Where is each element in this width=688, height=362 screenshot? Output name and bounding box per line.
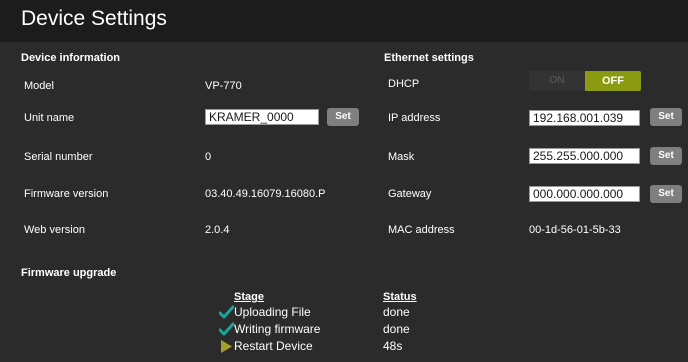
upgrade-status-value: done — [383, 322, 410, 336]
gateway-input[interactable] — [529, 186, 640, 202]
dhcp-off-option[interactable]: OFF — [585, 71, 641, 91]
gateway-label: Gateway — [388, 188, 432, 200]
status-column-header: Status — [383, 291, 417, 303]
upgrade-stage-label: Restart Device — [234, 339, 313, 353]
dhcp-label: DHCP — [388, 78, 420, 90]
unit-name-input[interactable] — [205, 109, 319, 125]
firmware-version-value: 03.40.49.16079.16080.P — [205, 188, 326, 200]
page-title: Device Settings — [21, 7, 167, 30]
ethernet-heading: Ethernet settings — [384, 52, 474, 64]
mac-address-value: 00-1d-56-01-5b-33 — [529, 224, 621, 236]
ip-address-label: IP address — [388, 112, 441, 124]
model-label: Model — [24, 80, 54, 92]
ip-address-input[interactable] — [529, 110, 640, 126]
unit-name-set-button[interactable]: Set — [327, 108, 359, 126]
serial-number-value: 0 — [205, 151, 212, 163]
upgrade-stage-label: Uploading File — [234, 305, 311, 319]
firmware-upgrade-heading: Firmware upgrade — [21, 267, 117, 279]
play-arrow-icon — [221, 340, 232, 353]
dhcp-on-option[interactable]: ON — [529, 71, 585, 91]
ip-address-set-button[interactable]: Set — [650, 108, 682, 126]
model-value: VP-770 — [205, 80, 242, 92]
check-icon — [219, 322, 234, 336]
mask-input[interactable] — [529, 148, 640, 164]
serial-number-label: Serial number — [24, 151, 93, 163]
web-version-value: 2.0.4 — [205, 224, 230, 236]
upgrade-status-value: done — [383, 305, 410, 319]
gateway-set-button[interactable]: Set — [650, 185, 682, 203]
unit-name-label: Unit name — [24, 112, 75, 124]
firmware-version-label: Firmware version — [24, 188, 109, 200]
mac-address-label: MAC address — [388, 224, 455, 236]
mask-label: Mask — [388, 151, 415, 163]
web-version-label: Web version — [24, 224, 85, 236]
device-info-heading: Device information — [21, 52, 121, 64]
dhcp-toggle[interactable]: ON OFF — [529, 71, 641, 91]
upgrade-stage-label: Writing firmware — [234, 322, 321, 336]
upgrade-status-value: 48s — [383, 339, 403, 353]
check-icon — [219, 305, 234, 319]
mask-set-button[interactable]: Set — [650, 147, 682, 165]
stage-column-header: Stage — [234, 291, 264, 303]
